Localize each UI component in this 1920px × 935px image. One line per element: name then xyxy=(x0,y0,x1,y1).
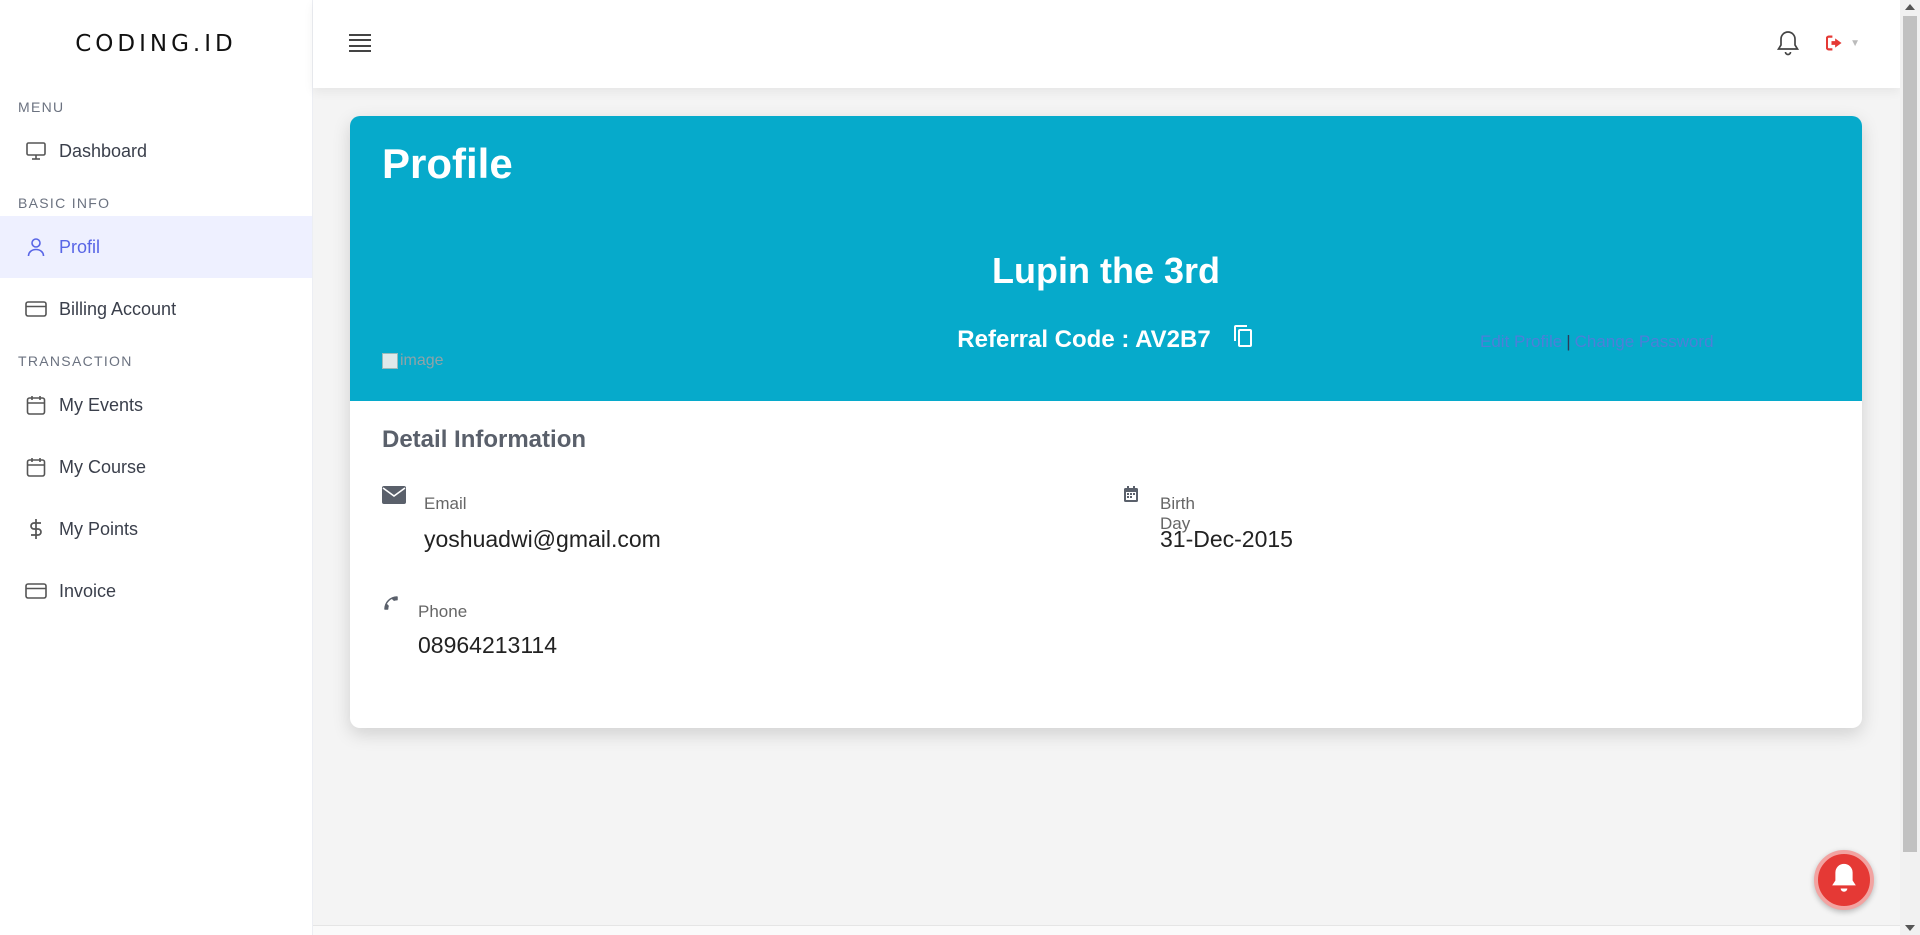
footer-strip xyxy=(313,925,1900,935)
sidebar-item-label: Billing Account xyxy=(59,298,177,319)
credit-card-icon xyxy=(25,298,47,320)
email-value: yoshuadwi@gmail.com xyxy=(424,526,661,552)
referral-code-text: Referral Code : AV2B7 xyxy=(957,326,1211,353)
sidebar-item-label: Profil xyxy=(59,236,101,257)
monitor-icon xyxy=(25,140,47,162)
page-title: Profile xyxy=(382,140,513,187)
sidebar-item-label: My Course xyxy=(59,456,147,477)
menu-heading-menu: MENU xyxy=(18,99,65,115)
profile-image: image xyxy=(382,352,444,370)
profile-header: Profile Lupin the 3rd Referral Code : AV… xyxy=(350,116,1862,401)
edit-profile-link[interactable]: Edit Profile xyxy=(1480,332,1562,351)
sidebar-item-label: My Points xyxy=(59,518,139,539)
calendar-icon xyxy=(1124,486,1138,507)
sidebar-item-billing-account[interactable]: Billing Account xyxy=(0,278,312,340)
email-label: Email xyxy=(424,494,467,513)
dollar-icon xyxy=(25,518,47,540)
birthday-value: 31-Dec-2015 xyxy=(1160,526,1293,552)
profile-image-alt: image xyxy=(400,352,444,369)
sidebar-item-label: Dashboard xyxy=(59,140,148,161)
bell-icon[interactable] xyxy=(1776,30,1800,56)
copy-icon[interactable] xyxy=(1233,324,1255,348)
sidebar-item-label: Invoice xyxy=(59,580,117,601)
sidebar: CODING.ID MENU Dashboard BASIC INFO Prof… xyxy=(0,0,313,935)
sidebar-item-label: My Events xyxy=(59,394,144,415)
sign-out-icon[interactable]: ▼ xyxy=(1826,32,1860,54)
floating-notification-button[interactable] xyxy=(1814,850,1874,910)
sidebar-item-profil[interactable]: Profil xyxy=(0,216,312,278)
scroll-up-arrow-icon[interactable] xyxy=(1905,4,1915,10)
credit-card-icon xyxy=(25,580,47,602)
change-password-link[interactable]: Change Password xyxy=(1575,332,1714,351)
bell-icon xyxy=(1829,862,1859,899)
sidebar-item-my-points[interactable]: My Points xyxy=(0,498,312,560)
menu-heading-transaction: TRANSACTION xyxy=(18,353,133,369)
profile-actions: Edit Profile | Change Password xyxy=(1480,332,1714,352)
vertical-scrollbar[interactable] xyxy=(1900,0,1920,935)
calendar-icon xyxy=(25,394,47,416)
profile-card: Profile Lupin the 3rd Referral Code : AV… xyxy=(350,116,1862,728)
link-separator: | xyxy=(1566,332,1571,351)
sidebar-item-my-events[interactable]: My Events xyxy=(0,374,312,436)
menu-heading-basic-info: BASIC INFO xyxy=(18,195,111,211)
envelope-icon xyxy=(382,486,406,509)
phone-value: 08964213114 xyxy=(418,632,557,658)
phone-label: Phone xyxy=(418,602,468,621)
calendar-icon xyxy=(25,456,47,478)
sidebar-item-invoice[interactable]: Invoice xyxy=(0,560,312,622)
user-icon xyxy=(25,236,47,258)
phone-icon xyxy=(382,594,400,617)
scroll-down-arrow-icon[interactable] xyxy=(1905,925,1915,931)
chevron-down-icon: ▼ xyxy=(1850,37,1860,49)
detail-information-title: Detail Information xyxy=(382,426,587,453)
sidebar-item-dashboard[interactable]: Dashboard xyxy=(0,120,312,182)
hamburger-icon[interactable] xyxy=(349,34,371,52)
brand-logo[interactable]: CODING.ID xyxy=(0,0,312,88)
topbar: ▼ xyxy=(313,0,1900,88)
sidebar-item-my-course[interactable]: My Course xyxy=(0,436,312,498)
user-name: Lupin the 3rd xyxy=(992,250,1220,291)
broken-image-icon xyxy=(382,353,398,369)
scrollbar-thumb[interactable] xyxy=(1903,16,1917,852)
